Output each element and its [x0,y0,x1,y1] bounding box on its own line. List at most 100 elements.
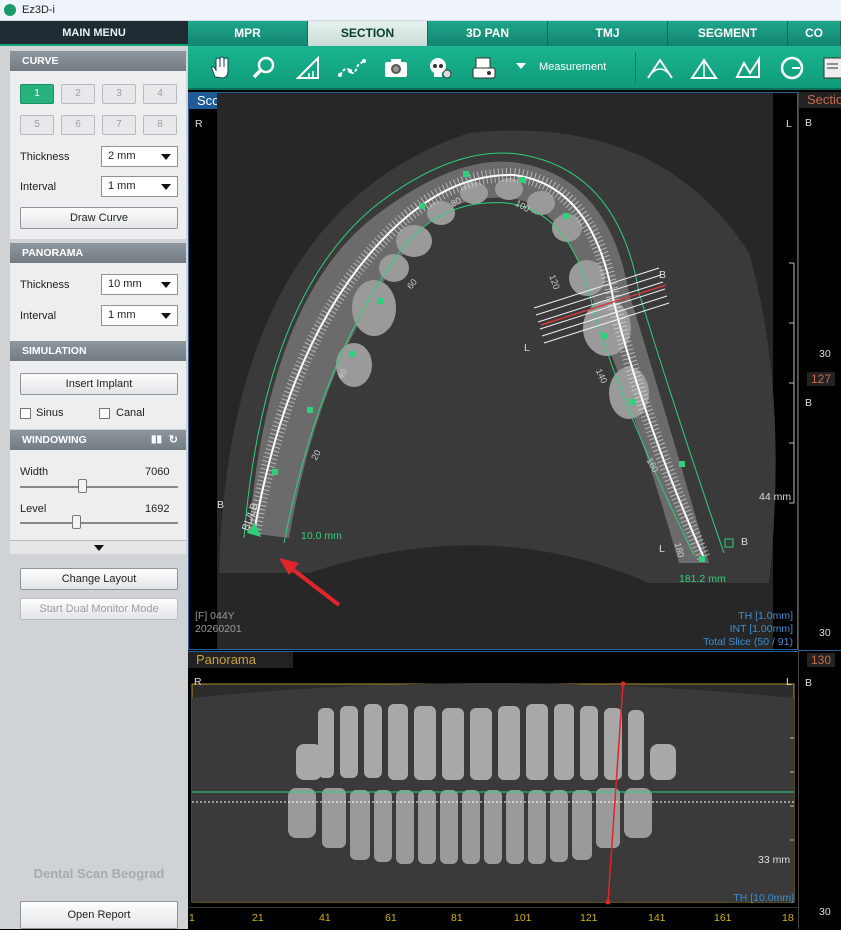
section-tick-30-c: 30 [819,906,831,918]
level-slider-track[interactable] [20,522,178,524]
curve-button-1[interactable]: 1 [20,84,54,104]
panorama-thickness-value: 10 mm [108,278,142,290]
chevron-down-icon [161,154,171,160]
panorama-interval-label: Interval [20,310,57,322]
draw-curve-button[interactable]: Draw Curve [20,207,178,229]
document-icon[interactable] [816,52,841,84]
simulation-section-header[interactable]: SIMULATION [10,341,186,361]
canal-checkbox[interactable] [99,408,110,419]
curve-button-2[interactable]: 2 [61,84,95,104]
section-b-top: B [805,117,813,129]
histogram-icon[interactable]: ▮▮ [151,430,162,450]
level-label: Level [20,503,47,515]
insert-implant-button[interactable]: Insert Implant [20,373,178,395]
section-b-low: B [805,677,813,689]
width-slider-thumb[interactable] [78,479,87,493]
angle-measure-icon[interactable] [644,52,676,84]
toolbar-divider [635,52,636,84]
chevron-down-icon[interactable] [516,63,526,69]
curve-button-6[interactable]: 6 [61,115,95,135]
length-measure-label: 181.2 mm [679,573,726,585]
curve-interval-select[interactable]: 1 mm [101,176,178,197]
curve-thickness-value: 2 mm [108,150,136,162]
panorama-thickness-select[interactable]: 10 mm [101,274,178,295]
study-date: 20260201 [195,623,242,635]
scout-b-marker-right: B [741,536,749,548]
window-titlebar: Ez3D-i [0,0,841,21]
ruler-angle-icon[interactable] [292,52,324,84]
scout-viewport[interactable]: Scout R L BL/LB B B L L B 10.0 mm 181.2 … [188,92,798,650]
scout-b-marker-left: B [217,499,225,511]
rotate-icon[interactable] [776,52,808,84]
left-panel: MAIN MENU CURVE 1 2 3 4 5 6 7 8 Thicknes… [0,21,188,929]
reset-icon[interactable]: ↻ [169,430,178,450]
change-layout-button[interactable]: Change Layout [20,568,178,590]
level-slider-thumb[interactable] [72,515,81,529]
toolbar: Measurement [188,46,841,90]
curve-button-3[interactable]: 3 [102,84,136,104]
ruler-tick-101: 101 [514,912,532,924]
section-tick-30-b: 30 [819,627,831,639]
hand-pan-icon[interactable] [204,52,236,84]
tab-segment[interactable]: SEGMENT [668,21,788,46]
curve-thickness-select[interactable]: 2 mm [101,146,178,167]
scout-axial-image[interactable] [189,93,797,649]
angle-measure-2-icon[interactable] [688,52,720,84]
scout-side-l: L [786,118,792,130]
triangle-measure-icon[interactable] [732,52,764,84]
section-slice-130: 130 [807,653,836,667]
tab-mpr[interactable]: MPR [188,21,308,46]
panorama-thickness-label: Thickness [20,279,70,291]
tab-3d-pan[interactable]: 3D PAN [428,21,548,46]
scout-l-marker-right: L [659,543,665,555]
scout-total-slice: Total Slice (50 / 91) [703,636,793,648]
windowing-section-body [10,450,186,540]
curve-section-header[interactable]: CURVE [10,51,186,71]
scout-scale-label: 44 mm [759,491,792,503]
tab-tmj[interactable]: TMJ [548,21,668,46]
ruler-tick-21: 21 [252,912,264,924]
section-tick-30-a: 30 [819,348,831,360]
curve-button-5[interactable]: 5 [20,115,54,135]
dual-monitor-button[interactable]: Start Dual Monitor Mode [20,598,178,620]
scout-b-marker-section: B [659,269,667,281]
ruler-tick-121: 121 [580,912,598,924]
ruler-tick-81: 81 [451,912,463,924]
ruler-tick-61: 61 [385,912,397,924]
zoom-icon[interactable] [248,52,280,84]
canal-label: Canal [116,407,145,419]
chevron-down-icon [161,184,171,190]
main-tabs: MPR SECTION 3D PAN TMJ SEGMENT CO [188,21,841,46]
curve-thickness-label: Thickness [20,151,70,163]
windowing-section-header[interactable]: WINDOWING ▮▮ ↻ [10,430,186,450]
ruler-tick-161: 161 [714,912,732,924]
ruler-tick-1: 1 [189,912,195,924]
tab-co[interactable]: CO [788,21,841,46]
camera-icon[interactable] [380,52,412,84]
chevron-down-icon [94,545,104,551]
panorama-thickness: TH [10.0mm] [733,892,794,904]
patient-info: [F] 044Y [195,610,235,622]
curve-tool-icon[interactable] [336,52,368,84]
panorama-interval-value: 1 mm [108,309,136,321]
open-report-button[interactable]: Open Report [20,901,178,929]
curve-button-4[interactable]: 4 [143,84,177,104]
measurement-dropdown[interactable]: Measurement [539,61,606,73]
sinus-checkbox[interactable] [20,408,31,419]
panorama-interval-select[interactable]: 1 mm [101,305,178,326]
panorama-section-header[interactable]: PANORAMA [10,243,186,263]
panorama-viewport[interactable]: Panorama R L 33 mm TH [10.0mm] 1 21 41 6… [188,651,798,930]
width-slider-track[interactable] [20,486,178,488]
collapse-bar[interactable] [10,540,186,554]
section-b-mid: B [805,397,813,409]
tab-section[interactable]: SECTION [308,21,428,46]
scout-thickness: TH [1.0mm] [738,610,793,622]
skull-icon[interactable] [424,52,456,84]
save-disk-icon[interactable] [468,52,500,84]
curve-button-8[interactable]: 8 [143,115,177,135]
panorama-side-r: R [194,676,202,688]
panorama-image[interactable] [188,668,798,928]
curve-button-7[interactable]: 7 [102,115,136,135]
section-viewport[interactable]: Sectio B 30 127 B 30 130 B 30 [798,92,841,929]
ruler-tick-18: 18 [782,912,794,924]
